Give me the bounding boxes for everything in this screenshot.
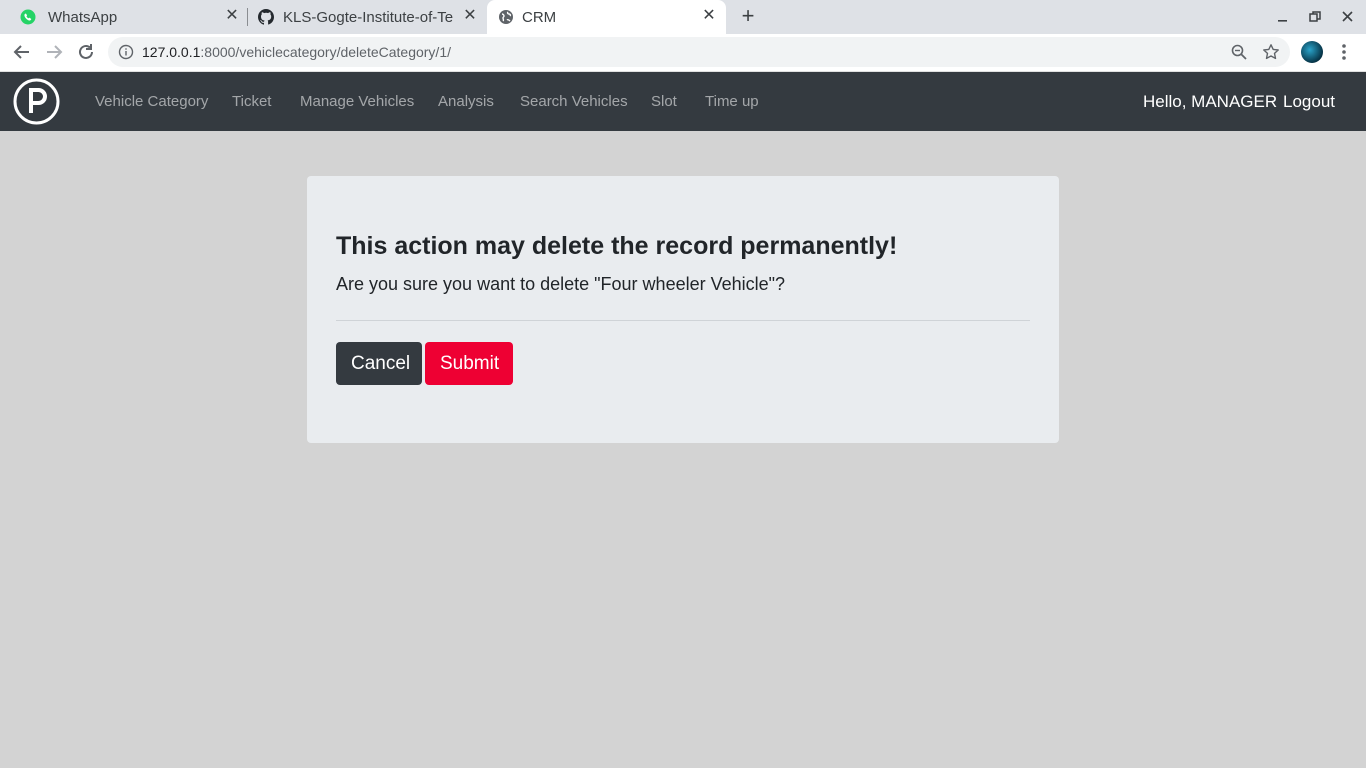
- menu-kebab-icon[interactable]: [1336, 42, 1352, 62]
- tab-title: KLS-Gogte-Institute-of-Te: [283, 9, 454, 26]
- nav-manage-vehicles[interactable]: Manage Vehicles: [300, 93, 414, 110]
- nav-vehicle-category[interactable]: Vehicle Category: [95, 93, 208, 110]
- nav-analysis[interactable]: Analysis: [438, 93, 494, 110]
- tab-title: CRM: [522, 9, 557, 26]
- nav-slot[interactable]: Slot: [651, 93, 677, 110]
- close-tab-icon[interactable]: ✕: [224, 8, 240, 24]
- divider: [336, 320, 1030, 321]
- globe-icon: [498, 9, 514, 25]
- url-text: 127.0.0.1:8000/vehiclecategory/deleteCat…: [142, 44, 451, 60]
- url-path: :8000/vehiclecategory/deleteCategory/1/: [200, 44, 451, 60]
- minimize-icon[interactable]: [1274, 8, 1292, 26]
- close-tab-icon[interactable]: ✕: [462, 8, 478, 24]
- site-info-icon[interactable]: [118, 44, 134, 60]
- github-icon: [258, 9, 274, 25]
- warning-heading: This action may delete the record perman…: [336, 232, 898, 260]
- browser-tab-strip: WhatsApp ✕ KLS-Gogte-Institute-of-Te ✕ C…: [0, 0, 1366, 34]
- user-greeting: Hello, MANAGER: [1143, 92, 1278, 111]
- back-arrow-icon[interactable]: [12, 42, 32, 62]
- tab-title: WhatsApp: [48, 9, 118, 26]
- logout-link[interactable]: Logout: [1283, 92, 1335, 112]
- tab-crm[interactable]: CRM ✕: [487, 0, 726, 34]
- new-tab-icon[interactable]: +: [738, 5, 758, 27]
- whatsapp-icon: [20, 9, 36, 25]
- app-navbar: Vehicle Category Ticket Manage Vehicles …: [0, 72, 1366, 131]
- tab-whatsapp[interactable]: WhatsApp ✕: [6, 0, 246, 34]
- close-window-icon[interactable]: [1339, 8, 1357, 26]
- nav-time-up[interactable]: Time up: [705, 93, 759, 110]
- delete-confirmation-card: This action may delete the record perman…: [307, 176, 1059, 443]
- forward-arrow-icon[interactable]: [44, 42, 64, 62]
- restore-icon[interactable]: [1306, 8, 1324, 26]
- tab-github[interactable]: KLS-Gogte-Institute-of-Te ✕: [246, 0, 486, 34]
- nav-search-vehicles[interactable]: Search Vehicles: [520, 93, 628, 110]
- confirmation-message: Are you sure you want to delete "Four wh…: [336, 274, 786, 294]
- parking-logo-icon[interactable]: [13, 78, 60, 125]
- browser-toolbar: 127.0.0.1:8000/vehiclecategory/deleteCat…: [0, 34, 1366, 72]
- profile-avatar[interactable]: [1301, 41, 1323, 63]
- zoom-icon[interactable]: [1230, 43, 1248, 61]
- address-bar[interactable]: 127.0.0.1:8000/vehiclecategory/deleteCat…: [108, 37, 1290, 67]
- url-host: 127.0.0.1: [142, 44, 201, 60]
- reload-icon[interactable]: [76, 42, 96, 62]
- submit-button[interactable]: Submit: [425, 342, 513, 385]
- bookmark-star-icon[interactable]: [1262, 43, 1280, 61]
- cancel-button[interactable]: Cancel: [336, 342, 422, 385]
- nav-ticket[interactable]: Ticket: [232, 93, 271, 110]
- close-tab-icon[interactable]: ✕: [701, 8, 717, 24]
